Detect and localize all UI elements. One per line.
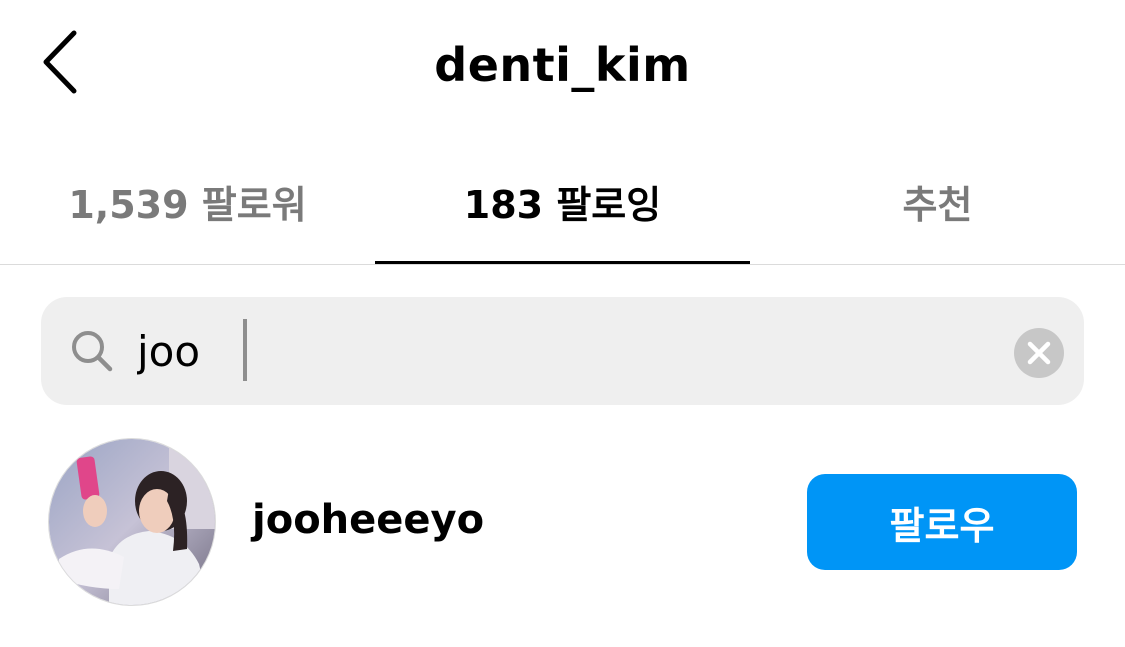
text-cursor bbox=[243, 319, 247, 381]
list-item[interactable]: jooheeeyo 팔로우 bbox=[0, 435, 1125, 610]
username[interactable]: jooheeeyo bbox=[252, 497, 484, 543]
clear-icon bbox=[1027, 341, 1051, 365]
search-input[interactable] bbox=[137, 311, 997, 391]
tab-bar: 1,539 팔로워 183 팔로잉 추천 bbox=[0, 160, 1125, 265]
page-title: denti_kim bbox=[434, 38, 691, 92]
header: denti_kim bbox=[0, 0, 1125, 140]
active-tab-indicator bbox=[375, 261, 750, 264]
avatar[interactable] bbox=[48, 438, 216, 606]
tab-following[interactable]: 183 팔로잉 bbox=[375, 160, 750, 264]
tab-suggested[interactable]: 추천 bbox=[750, 160, 1125, 264]
clear-search-button[interactable] bbox=[1014, 328, 1064, 378]
tab-followers[interactable]: 1,539 팔로워 bbox=[0, 160, 375, 264]
search-icon bbox=[72, 331, 113, 372]
search-bar[interactable] bbox=[41, 297, 1084, 405]
follow-button[interactable]: 팔로우 bbox=[807, 474, 1077, 570]
avatar-photo bbox=[49, 439, 215, 605]
